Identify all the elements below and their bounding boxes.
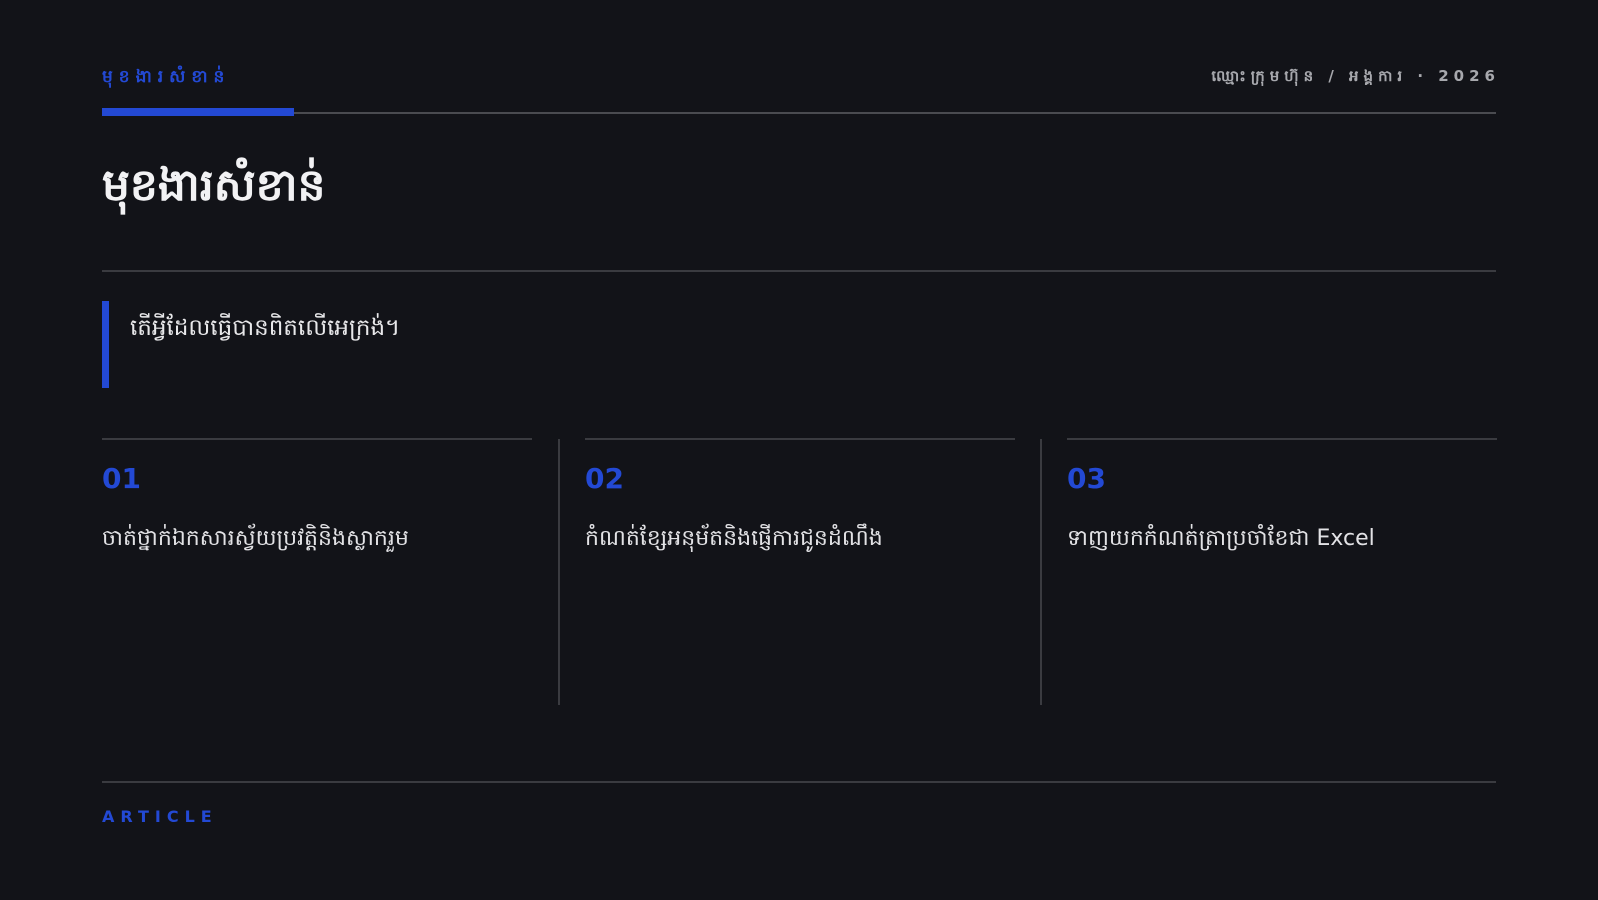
feature-2-number: 02: [585, 462, 624, 495]
header-accent-bar: [102, 108, 294, 116]
feature-3-top-rule: [1067, 438, 1497, 440]
organization-year-label: ឈ្មោះក្រុមហ៊ុន / អង្គការ · 2026: [1211, 67, 1500, 85]
lead-quote: តើអ្វីដែលធ្វើបានពិតលើអេក្រង់។: [130, 315, 401, 341]
footer-divider: [102, 781, 1496, 783]
feature-1-top-rule: [102, 438, 532, 440]
header-divider: [102, 112, 1496, 114]
page-title: មុខងារសំខាន់: [102, 160, 326, 211]
feature-1-text: ចាត់ថ្នាក់ឯកសារស្វ័យប្រវត្តិនិងស្លាករួម: [102, 526, 409, 551]
footer-label: ARTICLE: [102, 807, 218, 826]
feature-2-text: កំណត់ខ្សែអនុម័តនិងផ្ញើការជូនដំណឹង: [585, 526, 883, 551]
column-separator-2: [1040, 439, 1042, 705]
column-separator-1: [558, 439, 560, 705]
title-divider: [102, 270, 1496, 272]
feature-1-number: 01: [102, 462, 141, 495]
feature-3-text: ទាញយកកំណត់ត្រាប្រចាំខែជា Excel: [1067, 526, 1375, 551]
feature-2-top-rule: [585, 438, 1015, 440]
quote-accent-bar: [102, 301, 109, 388]
section-eyebrow: មុខងារសំខាន់: [102, 67, 231, 87]
feature-3-number: 03: [1067, 462, 1106, 495]
